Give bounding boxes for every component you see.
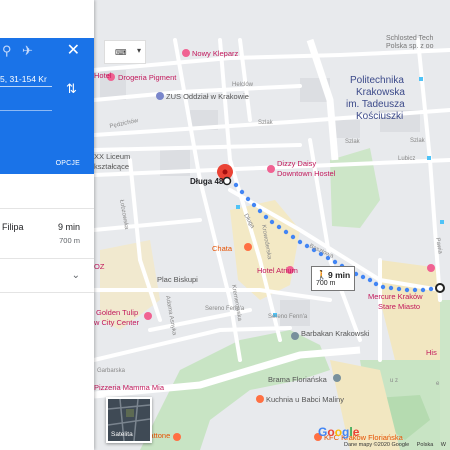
country-link[interactable]: Polska	[417, 442, 434, 448]
google-logo: Google	[318, 425, 359, 439]
park-strip	[440, 300, 450, 450]
route-duration-callout[interactable]: 🚶 9 min 700 m	[311, 266, 355, 291]
poi-label: Stare Miasto	[378, 302, 420, 311]
divider	[0, 258, 94, 259]
poi-label: kształcące	[94, 162, 129, 171]
landmark-icon	[333, 374, 341, 382]
route-end-icon	[435, 283, 445, 293]
marker-label: Długa 48	[190, 177, 224, 186]
poi-label: Hotel	[94, 71, 112, 80]
bus-stop-icon	[440, 220, 444, 224]
swap-icon[interactable]: ⇅	[66, 82, 77, 96]
restaurant-icon	[173, 433, 181, 441]
poi-label: Golden Tulip	[96, 308, 138, 317]
satellite-layer-button[interactable]: Satelita	[106, 397, 152, 443]
street-label: Szlak	[410, 138, 426, 144]
route-via-label: Filipa	[2, 222, 24, 232]
route-callout-distance: 700 m	[316, 280, 336, 287]
bus-stop-icon	[236, 205, 240, 209]
office-icon	[156, 92, 164, 100]
close-icon[interactable]: ✕	[67, 42, 80, 60]
divider	[0, 292, 94, 293]
poi-label: XX Liceum	[94, 152, 130, 161]
poi-label: w City Center	[93, 318, 140, 327]
building	[280, 300, 310, 326]
keyboard-icon[interactable]: ⌨	[115, 48, 127, 57]
logo-letter: o	[334, 425, 343, 439]
restaurant-icon	[256, 395, 264, 403]
poi-label: Mercure Kraków	[368, 292, 423, 301]
directions-panel: ⚲ ✈ ✕ 5, 31-154 Kr ⇅ OPCJE Filipa 9 min …	[0, 0, 94, 450]
poi-label: His	[426, 348, 437, 357]
poi-label: Pizzeria Mamma Mia	[94, 383, 165, 392]
input-tools-control[interactable]: ⌨ ▾	[104, 40, 146, 64]
street-label: Helclów	[232, 82, 254, 88]
terms-link[interactable]: W	[441, 442, 446, 448]
divider	[0, 208, 94, 209]
logo-letter: g	[342, 425, 350, 439]
landmark-icon	[291, 332, 299, 340]
map-data-credit: Dane mapy ©2020 Google	[344, 442, 410, 448]
map-attribution: Dane mapy ©2020 Google Polska W	[344, 442, 450, 448]
poi-label: Downtown Hostel	[277, 169, 336, 178]
logo-letter: o	[327, 425, 335, 439]
poi-label: Drogeria Pigment	[118, 73, 177, 82]
hotel-icon	[144, 312, 152, 320]
poi-label: Dizzy Daisy	[277, 159, 316, 168]
bicycle-icon[interactable]: ⚲	[2, 44, 12, 58]
hotel-icon	[267, 165, 275, 173]
poi-label: Brama Floriańska	[268, 375, 328, 384]
travel-mode-bar: ⚲ ✈ ✕	[0, 38, 94, 66]
logo-letter: e	[352, 425, 360, 439]
input-divider	[0, 110, 52, 111]
bus-stop-icon	[427, 156, 431, 160]
chevron-down-icon[interactable]: ▾	[137, 46, 141, 55]
hotel-icon	[427, 264, 435, 272]
poi-label: Kuchnia u Babci Maliny	[266, 395, 344, 404]
street-label: Garbarska	[97, 368, 126, 374]
poi-label: Plac Biskupi	[157, 275, 198, 284]
poi-label: Hotel Atrium	[257, 266, 298, 275]
logo-letter: G	[318, 425, 328, 439]
route-callout-time: 9 min	[328, 270, 351, 280]
directions-header: ⚲ ✈ ✕ 5, 31-154 Kr ⇅ OPCJE	[0, 38, 94, 174]
destination-input[interactable]: 5, 31-154 Kr	[0, 74, 52, 87]
poi-label: Chata	[212, 244, 233, 253]
poi-label: Krakowska	[356, 87, 405, 98]
street-label: Lubicz	[398, 156, 415, 162]
poi-label: Politechnika	[350, 75, 404, 86]
route-distance: 700 m	[59, 236, 80, 245]
street-label: Sereno Fenn'a	[268, 314, 308, 320]
poi-label: Kościuszki	[356, 111, 403, 122]
bus-stop-icon	[419, 77, 423, 81]
poi-label: Nowy Kleparz	[192, 49, 239, 58]
poi-label: im. Tadeusza	[346, 99, 405, 110]
chevron-down-icon[interactable]: ⌄	[72, 270, 80, 281]
satellite-label: Satelita	[111, 431, 133, 438]
shopping-icon	[182, 49, 190, 57]
street-label: Szlak	[345, 139, 361, 145]
poi-label: Barbakan Krakowski	[301, 329, 370, 338]
route-start-icon	[222, 176, 232, 186]
poi-label: ZUS Oddział w Krakowie	[166, 92, 249, 101]
street-label: Szlak	[258, 120, 274, 126]
restaurant-icon	[244, 243, 252, 251]
route-time: 9 min	[57, 222, 80, 232]
poi-label: OZ	[94, 262, 105, 271]
options-button[interactable]: OPCJE	[56, 160, 80, 167]
poi-label: Polska sp. z oo	[386, 43, 434, 50]
street-label: u z	[390, 378, 398, 384]
poi-label: Schlosted Tech	[386, 35, 433, 42]
plane-icon[interactable]: ✈	[22, 44, 33, 58]
